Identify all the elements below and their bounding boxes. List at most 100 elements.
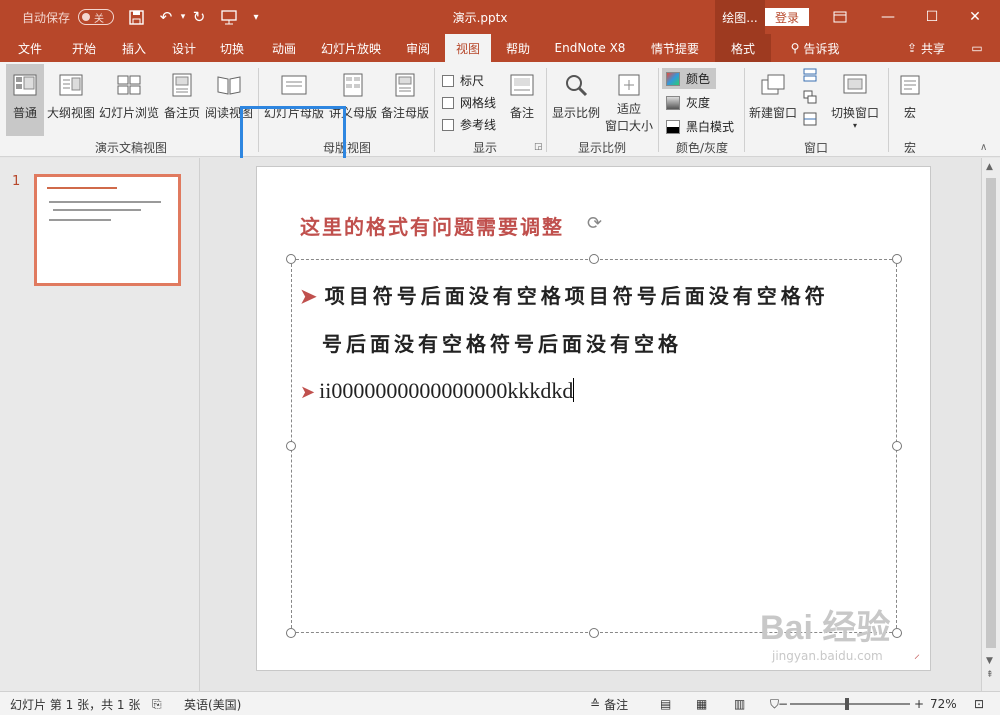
resize-handle[interactable] [892, 254, 902, 264]
resize-handle[interactable] [589, 628, 599, 638]
new-window-button[interactable]: 新建窗口 [748, 64, 798, 136]
notes-master-icon [390, 70, 420, 100]
dialog-launcher-icon[interactable]: ◲ [534, 142, 543, 152]
minimize-icon[interactable]: — [868, 0, 908, 34]
scrollbar-thumb[interactable] [986, 178, 996, 648]
bullet-2-text: ii0000000000000000kkkdkd [319, 378, 574, 403]
tell-me-search[interactable]: ⚲ 告诉我 [782, 34, 848, 62]
slide-sorter-button[interactable]: 幻灯片浏览 [98, 64, 160, 136]
ribbon-tabs: 文件 开始 插入 设计 切换 动画 幻灯片放映 审阅 视图 帮助 EndNote… [0, 34, 1000, 62]
normal-view-button[interactable]: 普通 [6, 64, 44, 136]
gridlines-checkbox[interactable]: 网格线 [442, 94, 496, 111]
switch-window-button[interactable]: 切换窗口 ▾ [826, 64, 884, 136]
autosave-toggle-state: 关 [94, 13, 104, 25]
tab-animations[interactable]: 动画 [262, 34, 306, 62]
tab-view[interactable]: 视图 [445, 34, 491, 62]
zoom-in-icon[interactable]: + [914, 692, 924, 715]
text-cursor [573, 378, 575, 402]
save-icon[interactable] [125, 0, 147, 34]
share-button[interactable]: ⇪ 共享 [898, 34, 954, 62]
guides-checkbox[interactable]: 参考线 [442, 116, 496, 133]
tab-design[interactable]: 设计 [162, 34, 206, 62]
fit-label-line2: 窗口大小 [604, 119, 653, 133]
fit-slide-icon[interactable]: ⊡ [974, 692, 984, 715]
resize-handle[interactable] [286, 628, 296, 638]
rotate-handle-icon[interactable]: ⟳ [587, 213, 602, 234]
zoom-label: 显示比例 [551, 106, 600, 120]
resize-handle[interactable] [286, 254, 296, 264]
document-title: 演示.pptx [452, 10, 508, 25]
tell-me-label: 告诉我 [803, 41, 840, 56]
autosave-toggle[interactable]: 关 [78, 9, 114, 25]
reading-view-status-icon[interactable]: ▥ [734, 692, 745, 715]
tab-help[interactable]: 帮助 [498, 34, 538, 62]
scroll-up-icon[interactable]: ▲ [986, 162, 993, 172]
slide[interactable]: 这里的格式有问题需要调整 ⟳ ➤ 项目符号后面没有空格项目符号后面没有空格符 号后… [256, 166, 931, 671]
resize-handle[interactable] [892, 441, 902, 451]
scroll-down-icon[interactable]: ▼ [986, 656, 993, 666]
grayscale-option[interactable]: 灰度 [666, 94, 710, 111]
zoom-out-icon[interactable]: − [778, 692, 788, 715]
sorter-view-status-icon[interactable]: ▦ [696, 692, 707, 715]
move-split-icon[interactable] [800, 112, 820, 132]
bw-swatch-icon [666, 119, 680, 134]
tab-format[interactable]: 格式 [715, 34, 771, 62]
group-label-macros: 宏 [903, 141, 916, 155]
slide-thumbnail[interactable] [34, 174, 181, 286]
ribbon-separator [658, 68, 659, 152]
tab-slideshow[interactable]: 幻灯片放映 [312, 34, 390, 62]
tab-file[interactable]: 文件 [10, 34, 50, 62]
login-button[interactable]: 登录 [765, 8, 809, 26]
outline-view-label: 大纲视图 [46, 106, 95, 120]
notes-button[interactable]: 备注 [502, 64, 542, 136]
tab-home[interactable]: 开始 [62, 34, 106, 62]
notes-master-button[interactable]: 备注母版 [380, 64, 430, 136]
zoom-level[interactable]: 72% [930, 692, 957, 715]
comments-icon[interactable]: ▭ [962, 34, 992, 62]
maximize-icon[interactable]: ☐ [912, 0, 952, 34]
handout-master-icon [338, 70, 368, 100]
zoom-button[interactable]: 显示比例 [550, 64, 602, 136]
arrange-all-icon[interactable] [800, 68, 820, 88]
ribbon-view: 普通 大纲视图 幻灯片浏览 备注页 阅读视图 演示文稿视图 幻灯片母版 讲义母版… [0, 62, 1000, 204]
macros-button[interactable]: 宏 [892, 64, 928, 136]
watermark-brand: Bai 经验 [760, 609, 891, 647]
bw-option[interactable]: 黑白模式 [666, 118, 734, 135]
previous-slide-icon[interactable]: ⇞ [986, 670, 994, 680]
tab-insert[interactable]: 插入 [112, 34, 156, 62]
zoom-slider[interactable] [790, 703, 910, 705]
tab-review[interactable]: 审阅 [398, 34, 438, 62]
accessibility-icon[interactable]: ⎘ [152, 692, 162, 715]
fit-label-line1: 适应 [616, 102, 641, 116]
notes-page-label: 备注页 [163, 106, 200, 120]
start-slideshow-icon[interactable] [218, 0, 240, 34]
language-indicator[interactable]: 英语(美国) [184, 692, 241, 715]
fit-to-window-button[interactable]: 适应 窗口大小 [604, 64, 654, 136]
cascade-icon[interactable] [800, 90, 820, 110]
slide-sorter-label: 幻灯片浏览 [98, 106, 159, 120]
collapse-ribbon-icon[interactable]: ∧ [980, 142, 987, 153]
color-option[interactable]: 颜色 [662, 68, 717, 89]
normal-view-status-icon[interactable]: ▤ [660, 692, 671, 715]
zoom-slider-knob[interactable] [845, 698, 849, 710]
tab-storyboarding[interactable]: 情节提要 [642, 34, 708, 62]
resize-handle[interactable] [589, 254, 599, 264]
notes-label: 备注 [509, 106, 534, 120]
resize-handle[interactable] [286, 441, 296, 451]
tab-endnote[interactable]: EndNote X8 [548, 34, 632, 62]
customize-qat-icon[interactable]: ▾ [245, 0, 267, 34]
slide-title[interactable]: 这里的格式有问题需要调整 [300, 211, 564, 240]
ribbon-display-icon[interactable] [820, 0, 860, 34]
notes-toggle[interactable]: ≙ 备注 [590, 692, 628, 715]
group-label-color: 颜色/灰度 [675, 141, 729, 155]
notes-page-button[interactable]: 备注页 [162, 64, 202, 136]
vertical-scrollbar[interactable]: ▲ ▼ ⇞ [981, 158, 1000, 691]
redo-icon[interactable]: ↻ [188, 0, 210, 34]
thumb-title-line [47, 187, 117, 189]
outline-view-button[interactable]: 大纲视图 [46, 64, 96, 136]
tab-transitions[interactable]: 切换 [212, 34, 252, 62]
content-textbox[interactable]: ➤ 项目符号后面没有空格项目符号后面没有空格符 号后面没有空格符号后面没有空格 ➤… [286, 254, 902, 638]
ruler-checkbox[interactable]: 标尺 [442, 72, 484, 89]
close-icon[interactable]: ✕ [955, 0, 995, 34]
group-label-presentation-views: 演示文稿视图 [94, 141, 167, 155]
